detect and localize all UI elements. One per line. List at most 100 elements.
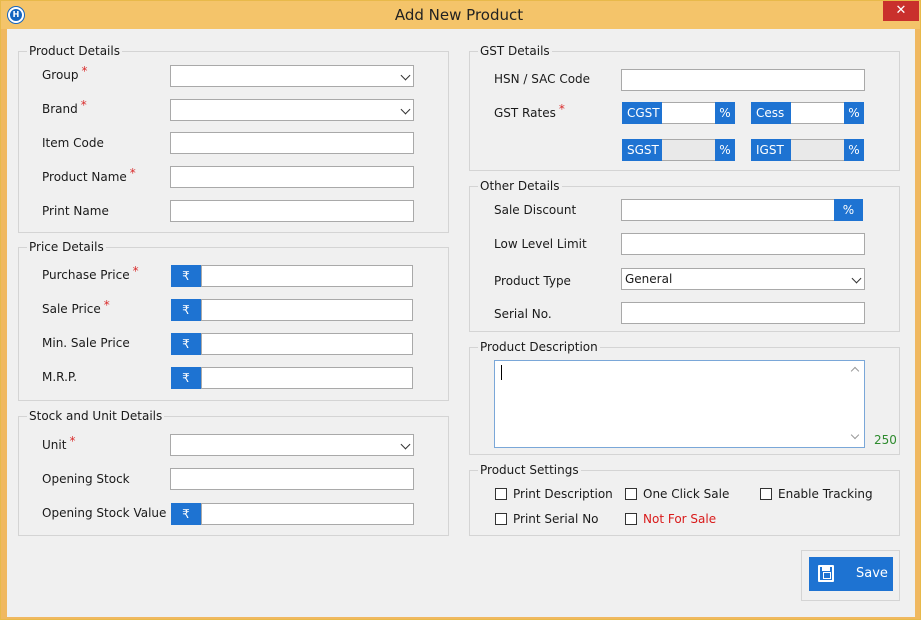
title-bar[interactable]: H Add New Product ✕ — [1, 1, 920, 29]
print-name-input[interactable] — [170, 200, 414, 222]
product-name-label: Product Name * — [42, 166, 136, 184]
print-serial-no-label[interactable]: Print Serial No — [513, 512, 599, 526]
hsn-label: HSN / SAC Code — [494, 72, 591, 86]
rupee-icon: ₹ — [171, 503, 201, 525]
sale-price-field[interactable]: ₹ — [171, 299, 413, 321]
enable-tracking-label[interactable]: Enable Tracking — [778, 487, 873, 501]
opening-stock-label: Opening Stock — [42, 472, 130, 486]
print-description-checkbox[interactable] — [495, 488, 507, 500]
required-marker: * — [69, 434, 76, 448]
stock-details-title: Stock and Unit Details — [27, 409, 165, 423]
chevron-down-icon — [851, 273, 862, 284]
other-details-title: Other Details — [478, 179, 562, 193]
serial-no-input[interactable] — [621, 302, 865, 324]
save-button-panel: Save — [801, 550, 900, 601]
product-details-title: Product Details — [27, 44, 122, 58]
percent-tag: % — [715, 102, 735, 124]
product-type-select[interactable]: General — [621, 268, 865, 290]
mrp-label: M.R.P. — [42, 370, 78, 384]
cess-field[interactable]: Cess% — [751, 102, 864, 124]
percent-tag: % — [844, 139, 864, 161]
opening-stock-value-input[interactable] — [201, 503, 414, 525]
sale-discount-label: Sale Discount — [494, 203, 577, 217]
product-description-textarea[interactable] — [494, 360, 865, 448]
other-details-group: Other Details Sale Discount % Low Level … — [469, 179, 900, 332]
min-sale-price-input[interactable] — [201, 333, 413, 355]
group-select[interactable] — [170, 65, 414, 87]
dialog-body: Product Details Group * Brand * Item Code … — [7, 29, 915, 617]
hsn-input[interactable] — [621, 69, 865, 91]
print-serial-no-checkbox[interactable] — [495, 513, 507, 525]
price-details-group: Price Details Purchase Price * ₹ Sale Pri… — [18, 240, 449, 401]
textarea-scrollbar[interactable] — [848, 361, 864, 447]
scroll-up-icon[interactable] — [850, 366, 860, 376]
dialog-window: H Add New Product ✕ Product Details Grou… — [0, 0, 921, 620]
cgst-tag: CGST — [622, 102, 662, 124]
item-code-label: Item Code — [42, 136, 104, 150]
low-level-input[interactable] — [621, 233, 865, 255]
save-button-label: Save — [856, 566, 888, 581]
mrp-field[interactable]: ₹ — [171, 367, 413, 389]
save-button[interactable]: Save — [809, 557, 893, 591]
floppy-disk-icon — [818, 565, 834, 582]
mrp-input[interactable] — [201, 367, 413, 389]
purchase-price-input[interactable] — [201, 265, 413, 287]
product-name-input[interactable] — [170, 166, 414, 188]
cgst-field[interactable]: CGST% — [622, 102, 735, 124]
gst-details-group: GST Details HSN / SAC Code GST Rates * CG… — [469, 44, 900, 171]
required-marker: * — [129, 166, 136, 180]
brand-select[interactable] — [170, 99, 414, 121]
low-level-label: Low Level Limit — [494, 237, 587, 251]
unit-select[interactable] — [170, 434, 414, 456]
not-for-sale-label[interactable]: Not For Sale — [643, 512, 716, 526]
close-button[interactable]: ✕ — [883, 1, 919, 21]
cess-input[interactable] — [791, 102, 844, 124]
opening-stock-input[interactable] — [170, 468, 414, 490]
purchase-price-label: Purchase Price * — [42, 264, 139, 282]
chevron-down-icon — [400, 104, 411, 115]
min-sale-price-field[interactable]: ₹ — [171, 333, 413, 355]
sale-price-input[interactable] — [201, 299, 413, 321]
serial-no-label: Serial No. — [494, 307, 552, 321]
required-marker: * — [103, 298, 110, 312]
one-click-sale-checkbox[interactable] — [625, 488, 637, 500]
print-name-label: Print Name — [42, 204, 109, 218]
gst-details-title: GST Details — [478, 44, 552, 58]
print-description-label[interactable]: Print Description — [513, 487, 613, 501]
text-caret — [501, 365, 502, 380]
window-title: Add New Product — [394, 6, 524, 24]
char-counter: 250 — [874, 433, 897, 447]
product-settings-title: Product Settings — [478, 463, 581, 477]
price-details-title: Price Details — [27, 240, 106, 254]
product-description-title: Product Description — [478, 340, 600, 354]
chevron-down-icon — [400, 439, 411, 450]
rupee-icon: ₹ — [171, 333, 201, 355]
opening-stock-value-label: Opening Stock Value — [42, 506, 167, 520]
igst-field: IGST% — [751, 139, 864, 161]
required-marker: * — [81, 64, 88, 78]
group-label: Group * — [42, 64, 88, 82]
product-type-value: General — [625, 272, 673, 286]
scroll-down-icon[interactable] — [850, 430, 860, 440]
product-type-label: Product Type — [494, 274, 571, 288]
required-marker: * — [132, 264, 139, 278]
brand-label: Brand * — [42, 98, 87, 116]
rupee-icon: ₹ — [171, 265, 201, 287]
not-for-sale-checkbox[interactable] — [625, 513, 637, 525]
sale-price-label: Sale Price * — [42, 298, 110, 316]
enable-tracking-checkbox[interactable] — [760, 488, 772, 500]
one-click-sale-label[interactable]: One Click Sale — [643, 487, 729, 501]
sale-discount-input[interactable] — [621, 199, 835, 221]
sgst-field: SGST% — [622, 139, 735, 161]
product-details-group: Product Details Group * Brand * Item Code … — [18, 44, 449, 233]
rupee-icon: ₹ — [171, 367, 201, 389]
cgst-input[interactable] — [662, 102, 715, 124]
unit-label: Unit * — [42, 434, 76, 452]
item-code-input[interactable] — [170, 132, 414, 154]
gst-rates-label: GST Rates * — [494, 102, 565, 120]
required-marker: * — [558, 102, 565, 116]
sgst-input — [662, 139, 715, 161]
purchase-price-field[interactable]: ₹ — [171, 265, 413, 287]
sale-discount-percent: % — [834, 199, 863, 221]
opening-stock-value-field[interactable]: ₹ — [171, 503, 414, 525]
